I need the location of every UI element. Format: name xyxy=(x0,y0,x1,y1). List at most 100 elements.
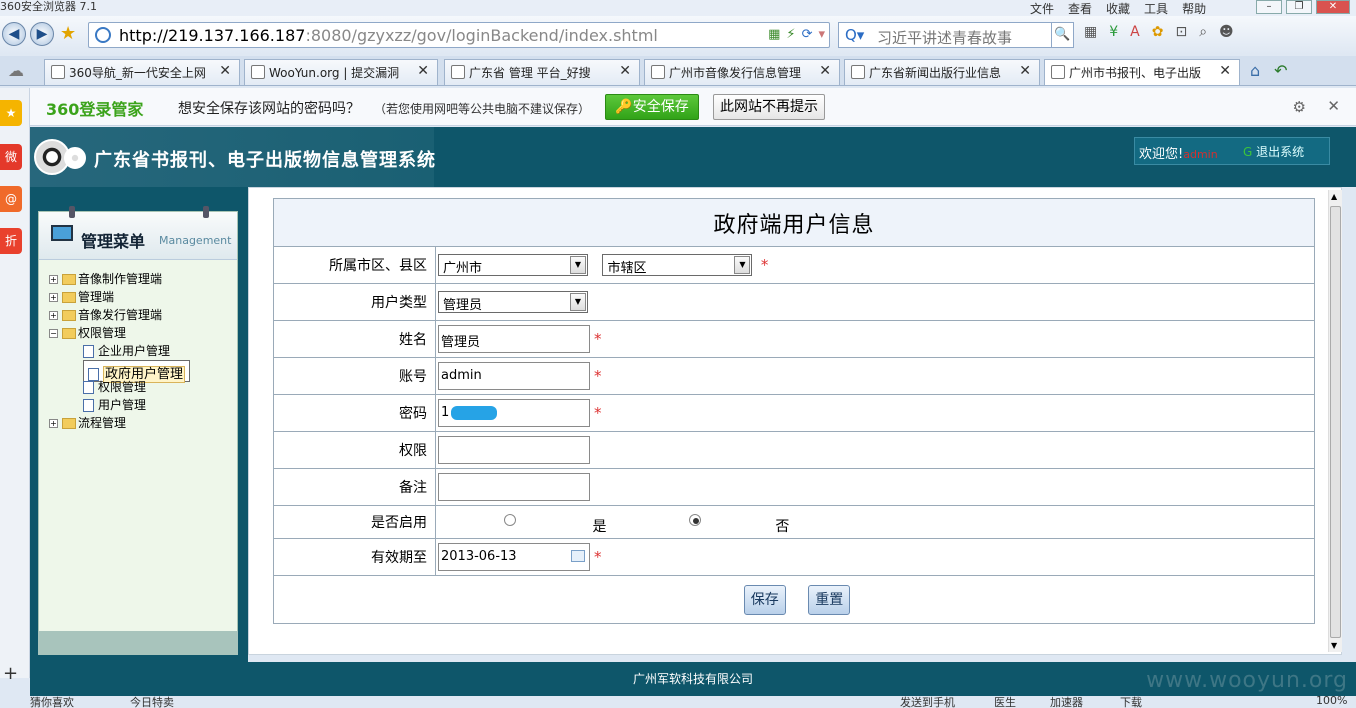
status-guess[interactable]: 猜你喜欢 xyxy=(30,696,74,708)
status-zoom[interactable]: 100% xyxy=(1316,696,1347,707)
pdf-icon[interactable]: A xyxy=(1130,24,1140,40)
menu-view[interactable]: 查看 xyxy=(1068,0,1092,17)
home-icon[interactable]: ⌂ xyxy=(1250,61,1260,80)
search-icon[interactable]: 🔍 xyxy=(1051,23,1073,47)
tab-close-icon[interactable]: ✕ xyxy=(819,63,831,79)
scroll-thumb[interactable] xyxy=(1330,206,1341,638)
save-button[interactable]: 保存 xyxy=(743,584,786,615)
tab-books[interactable]: 广州市书报刊、电子出版 ✕ xyxy=(1044,59,1240,85)
menu-item-audio-distribution[interactable]: + 音像发行管理端 xyxy=(49,306,162,323)
expand-icon[interactable]: + xyxy=(49,311,58,320)
password-field[interactable]: 1 xyxy=(438,399,590,427)
remark-field[interactable] xyxy=(438,473,590,501)
status-send-phone[interactable]: 发送到手机 xyxy=(900,696,955,708)
status-download[interactable]: 下载 xyxy=(1120,696,1142,708)
add-icon[interactable]: + xyxy=(3,663,18,684)
gear-icon[interactable]: ⚙ xyxy=(1293,98,1306,116)
account-field[interactable]: admin xyxy=(438,362,590,390)
tab-press[interactable]: 广东省新闻出版行业信息 ✕ xyxy=(844,59,1040,85)
app-header: 广东省书报刊、电子出版物信息管理系统 欢迎您!admin G 退出系统 xyxy=(30,127,1356,187)
tab-close-icon[interactable]: ✕ xyxy=(219,63,231,79)
status-accelerator[interactable]: 加速器 xyxy=(1050,696,1083,708)
search-input[interactable]: 习近平讲述青春故事 xyxy=(877,27,1012,48)
enabled-yes-radio[interactable] xyxy=(504,514,516,526)
menu-item-audio-production[interactable]: + 音像制作管理端 xyxy=(49,270,162,287)
360-icon xyxy=(51,65,65,79)
forward-icon[interactable]: ▶ xyxy=(30,22,54,46)
discount-icon[interactable]: 折 xyxy=(0,228,22,254)
screenshot-icon[interactable]: ⊡ xyxy=(1175,24,1187,40)
menu-item-permissions[interactable]: − 权限管理 xyxy=(49,324,126,341)
district-select[interactable]: 市辖区 ▼ xyxy=(602,254,753,276)
cloud-icon[interactable]: ☁ xyxy=(8,61,24,80)
lightning-icon[interactable]: ⚡ xyxy=(786,27,795,42)
tab-haosou[interactable]: 广东省 管理 平台_好搜 ✕ xyxy=(444,59,640,85)
tab-360nav[interactable]: 360导航_新一代安全上网 ✕ xyxy=(44,59,240,85)
gift-icon[interactable]: ✿ xyxy=(1152,24,1164,40)
reset-button[interactable]: 重置 xyxy=(808,584,851,615)
expire-date-field[interactable]: 2013-06-13 xyxy=(438,543,590,571)
menu-file[interactable]: 文件 xyxy=(1030,0,1054,17)
refresh-icon[interactable]: ⟳ xyxy=(802,27,813,42)
search-box[interactable]: Q▾ 习近平讲述青春故事 🔍 xyxy=(838,22,1074,48)
permission-field[interactable] xyxy=(438,436,590,464)
menu-item-enterprise-users[interactable]: 企业用户管理 xyxy=(83,342,170,359)
calendar-icon[interactable] xyxy=(571,550,585,562)
tab-close-icon[interactable]: ✕ xyxy=(619,63,631,79)
dropdown-icon[interactable]: ▾ xyxy=(818,27,825,42)
mail-icon[interactable]: @ xyxy=(0,186,22,212)
city-select[interactable]: 广州市 ▼ xyxy=(438,254,588,276)
collapse-icon[interactable]: − xyxy=(49,329,58,338)
menu-help[interactable]: 帮助 xyxy=(1182,0,1206,17)
status-deals[interactable]: 今日特卖 xyxy=(130,696,174,708)
chevron-down-icon[interactable]: ▼ xyxy=(734,256,751,274)
chevron-down-icon[interactable]: ▼ xyxy=(570,256,586,274)
search-engine-icon[interactable]: Q▾ xyxy=(845,26,864,44)
tab-close-icon[interactable]: ✕ xyxy=(417,63,429,79)
tab-close-icon[interactable]: ✕ xyxy=(1219,63,1231,79)
chevron-down-icon[interactable]: ▼ xyxy=(570,293,586,311)
folder-icon xyxy=(62,274,76,285)
user-avatar-icon[interactable]: ☻ xyxy=(1219,24,1234,40)
undo-close-icon[interactable]: ↶ xyxy=(1274,61,1287,80)
current-user: admin xyxy=(1183,148,1218,161)
status-doctor[interactable]: 医生 xyxy=(994,696,1016,708)
close-icon[interactable]: ✕ xyxy=(1316,0,1350,14)
name-field[interactable]: 管理员 xyxy=(438,325,590,353)
address-text[interactable]: http://219.137.166.187:8080/gzyxzz/gov/l… xyxy=(119,26,658,45)
safe-save-button[interactable]: 🔑安全保存 xyxy=(605,94,699,120)
watermark: www.wooyun.org xyxy=(1146,668,1348,693)
favorite-star-icon[interactable]: ★ xyxy=(60,23,76,44)
menu-item-permission-mgmt[interactable]: 权限管理 xyxy=(83,378,146,395)
expand-icon[interactable]: + xyxy=(49,275,58,284)
toolbar-icons: ▦ ¥ A ✿ ⊡ ⌕ ☻ xyxy=(1084,24,1234,40)
back-icon[interactable]: ◀ xyxy=(2,22,26,46)
menu-item-user-mgmt[interactable]: 用户管理 xyxy=(83,396,146,413)
menu-favorites[interactable]: 收藏 xyxy=(1106,0,1130,17)
enabled-no-radio[interactable] xyxy=(688,514,701,526)
weibo-icon[interactable]: 微 xyxy=(0,144,22,170)
logout-link[interactable]: G 退出系统 xyxy=(1243,143,1304,160)
close-bar-icon[interactable]: ✕ xyxy=(1327,97,1340,115)
content-scrollbar[interactable]: ▲ ▼ xyxy=(1328,190,1342,652)
expand-icon[interactable]: + xyxy=(49,419,58,428)
usertype-select[interactable]: 管理员 ▼ xyxy=(438,291,588,313)
menu-item-workflow[interactable]: + 流程管理 xyxy=(49,414,126,431)
tab-audio-video[interactable]: 广州市音像发行信息管理 ✕ xyxy=(644,59,840,85)
qrcode-icon[interactable]: ▦ xyxy=(768,27,780,42)
apps-icon[interactable]: ▦ xyxy=(1084,24,1097,40)
expand-icon[interactable]: + xyxy=(49,293,58,302)
zoom-icon[interactable]: ⌕ xyxy=(1199,24,1207,40)
scroll-down-icon[interactable]: ▼ xyxy=(1331,641,1337,650)
money-icon[interactable]: ¥ xyxy=(1109,24,1118,40)
address-bar[interactable]: http://219.137.166.187:8080/gzyxzz/gov/l… xyxy=(88,22,830,48)
menu-item-management[interactable]: + 管理端 xyxy=(49,288,114,305)
never-prompt-button[interactable]: 此网站不再提示 xyxy=(713,94,825,120)
menu-tools[interactable]: 工具 xyxy=(1144,0,1168,17)
minimize-icon[interactable]: – xyxy=(1256,0,1282,14)
restore-icon[interactable]: ❐ xyxy=(1286,0,1312,14)
scroll-up-icon[interactable]: ▲ xyxy=(1331,192,1337,201)
tab-wooyun[interactable]: WooYun.org | 提交漏洞 ✕ xyxy=(244,59,438,85)
favorites-sidebar-icon[interactable]: ★ xyxy=(0,100,22,126)
tab-close-icon[interactable]: ✕ xyxy=(1019,63,1031,79)
